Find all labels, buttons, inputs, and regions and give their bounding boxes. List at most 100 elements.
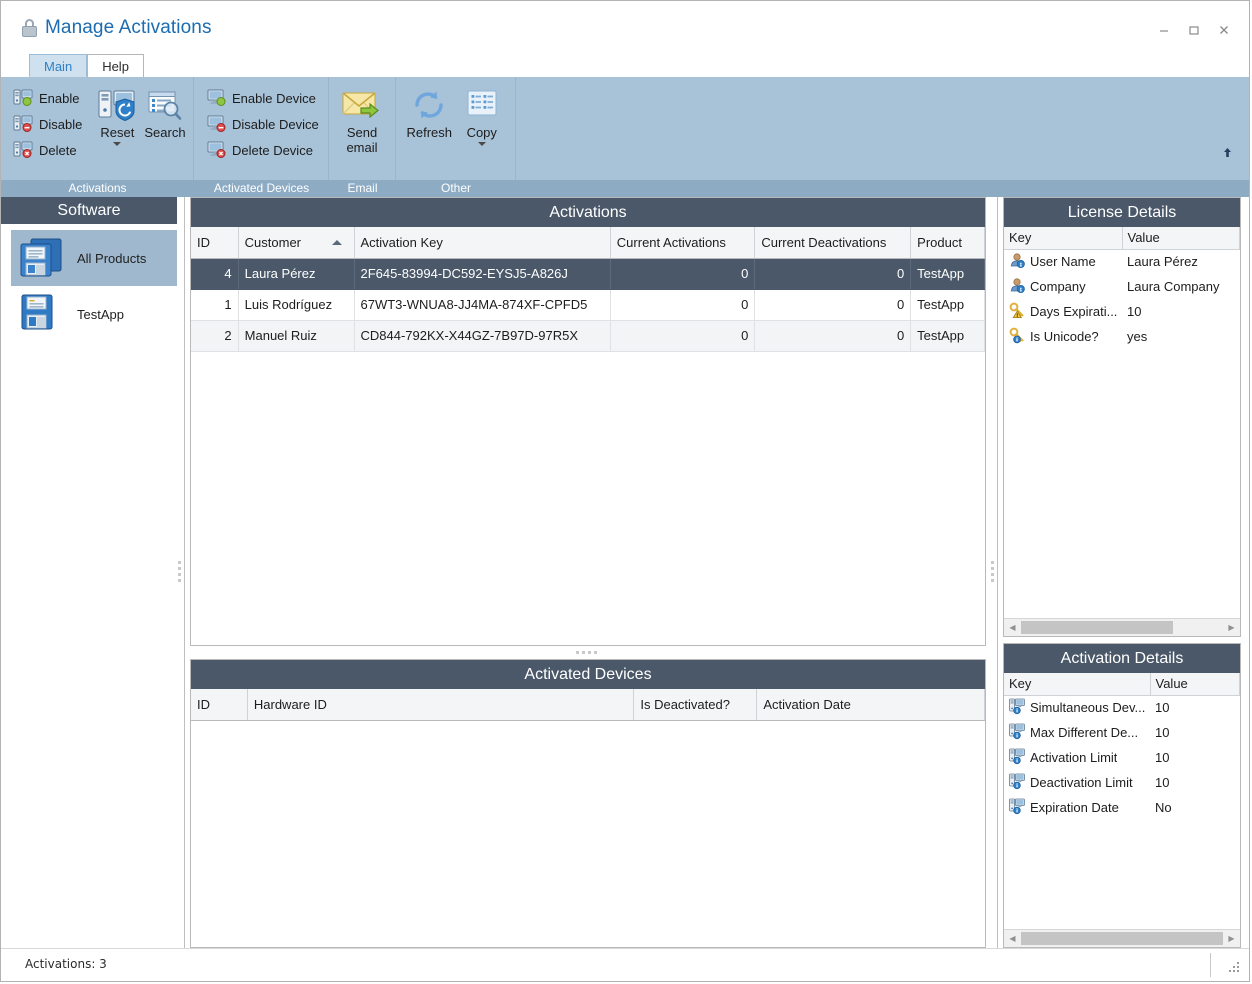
activation-column-value[interactable]: Value [1150, 673, 1240, 696]
license-key-cell: Is Unicode? [1004, 324, 1122, 349]
column-header-hardware-id[interactable]: Hardware ID [247, 689, 635, 721]
activation-details-hscrollbar[interactable]: ◀ ▶ [1004, 929, 1240, 947]
activation-key-cell: Max Different De... [1004, 720, 1150, 745]
activation-key-label: Expiration Date [1030, 800, 1119, 815]
scroll-left-icon[interactable]: ◀ [1004, 931, 1021, 946]
search-button[interactable]: Search [144, 83, 186, 140]
status-separator [1210, 953, 1211, 977]
copy-icon [465, 85, 499, 125]
column-header-activation-key[interactable]: Activation Key [354, 227, 611, 259]
ribbon-group-activated-devices: Enable Device Disable Device Delete Devi… [194, 77, 329, 180]
delete-activation-icon [13, 140, 33, 161]
list-item[interactable]: Is Unicode? yes [1004, 324, 1240, 349]
reset-menu-caret-icon[interactable] [113, 142, 122, 146]
copy-button[interactable]: Copy [459, 83, 506, 146]
list-item[interactable]: Company Laura Company [1004, 274, 1240, 299]
scroll-track[interactable] [1021, 931, 1223, 946]
column-header-customer[interactable]: Customer [238, 227, 355, 259]
list-item[interactable]: Max Different De... 10 [1004, 720, 1240, 745]
scroll-thumb[interactable] [1021, 621, 1173, 634]
tab-main[interactable]: Main [29, 54, 88, 77]
ribbon-group-activations: Enable Disable Delete Reset Search [1, 77, 194, 180]
activations-grid-header-row: ID Customer Activation Key Current Activ… [191, 227, 985, 259]
list-item[interactable]: Deactivation Limit 10 [1004, 770, 1240, 795]
delete-device-button[interactable]: Delete Device [204, 137, 325, 163]
enable-activation-icon [13, 88, 33, 109]
refresh-icon [410, 85, 448, 125]
column-header-current-deactivations[interactable]: Current Deactivations [754, 227, 912, 259]
tab-help[interactable]: Help [87, 54, 144, 77]
sidebar-item-all-products[interactable]: All Products [11, 230, 177, 286]
center-horizontal-splitter[interactable] [190, 646, 986, 659]
scroll-right-icon[interactable]: ▶ [1223, 931, 1240, 946]
column-header-activation-date[interactable]: Activation Date [756, 689, 985, 721]
enable-device-button[interactable]: Enable Device [204, 85, 325, 111]
column-header-is-deactivated[interactable]: Is Deactivated? [633, 689, 758, 721]
minimize-button[interactable] [1149, 19, 1179, 41]
ribbon-group-email: Send email [329, 77, 396, 180]
scroll-track[interactable] [1021, 620, 1223, 635]
lock-icon [21, 19, 38, 37]
activations-grid-title: Activations [191, 198, 985, 227]
left-splitter[interactable] [177, 197, 186, 948]
list-item[interactable]: Expiration Date No [1004, 795, 1240, 820]
activation-column-key[interactable]: Key [1004, 673, 1151, 696]
enable-button[interactable]: Enable [11, 85, 88, 111]
send-email-button[interactable]: Send email [339, 83, 385, 155]
disable-device-button[interactable]: Disable Device [204, 111, 325, 137]
right-splitter[interactable] [990, 197, 999, 948]
table-row[interactable]: 4 Laura Pérez 2F645-83994-DC592-EYSJ5-A8… [191, 258, 985, 290]
device-info-icon [1009, 773, 1025, 792]
cell-current-activations: 0 [610, 320, 756, 352]
license-key-label: Company [1030, 279, 1086, 294]
scroll-thumb[interactable] [1021, 932, 1223, 945]
list-item[interactable]: Simultaneous Dev... 10 [1004, 695, 1240, 720]
collapse-ribbon-icon[interactable] [1219, 144, 1235, 160]
floppy-disk-all-products-icon [19, 236, 67, 281]
cell-current-activations: 0 [610, 258, 756, 290]
column-header-product[interactable]: Product [910, 227, 985, 259]
column-header-current-activations[interactable]: Current Activations [610, 227, 756, 259]
maximize-button[interactable] [1179, 19, 1209, 41]
sidebar-item-testapp[interactable]: TestApp [11, 286, 177, 342]
list-item[interactable]: User Name Laura Pérez [1004, 249, 1240, 274]
close-button[interactable] [1209, 19, 1239, 41]
reset-button[interactable]: Reset [98, 83, 136, 146]
tab-help-label: Help [102, 59, 129, 74]
devices-grid-header-row: ID Hardware ID Is Deactivated? Activatio… [191, 689, 985, 721]
license-details-header-row: Key Value [1004, 227, 1240, 250]
cell-id: 2 [191, 320, 239, 352]
column-header-id[interactable]: ID [191, 227, 239, 259]
list-item[interactable]: Days Expirati... 10 [1004, 299, 1240, 324]
license-column-value[interactable]: Value [1122, 227, 1240, 250]
license-column-key[interactable]: Key [1004, 227, 1123, 250]
search-button-label: Search [144, 125, 186, 140]
resize-grip-icon[interactable] [1227, 962, 1241, 976]
license-details-hscrollbar[interactable]: ◀ ▶ [1004, 618, 1240, 636]
user-info-icon [1009, 277, 1025, 296]
group-label-activated-devices: Activated Devices [213, 181, 310, 195]
list-item[interactable]: Activation Limit 10 [1004, 745, 1240, 770]
enable-device-icon [206, 88, 226, 109]
column-header-device-id[interactable]: ID [191, 689, 248, 721]
refresh-button[interactable]: Refresh [406, 83, 453, 140]
delete-button[interactable]: Delete [11, 137, 88, 163]
scroll-right-icon[interactable]: ▶ [1223, 620, 1240, 635]
sort-ascending-icon [331, 240, 342, 245]
cell-customer: Luis Rodríguez [238, 289, 355, 321]
copy-menu-caret-icon[interactable] [477, 142, 486, 146]
table-row[interactable]: 2 Manuel Ruiz CD844-792KX-X44GZ-7B97D-97… [191, 320, 985, 352]
table-row[interactable]: 1 Luis Rodríguez 67WT3-WNUA8-JJ4MA-874XF… [191, 289, 985, 321]
activation-value-cell: 10 [1155, 750, 1170, 765]
sidebar-item-all-products-label: All Products [77, 250, 147, 266]
device-small-buttons: Enable Device Disable Device Delete Devi… [204, 83, 325, 163]
scroll-left-icon[interactable]: ◀ [1004, 620, 1021, 635]
disable-button[interactable]: Disable [11, 111, 88, 137]
delete-device-label: Delete Device [232, 142, 313, 158]
license-key-label: Is Unicode? [1030, 329, 1099, 344]
activation-key-cell: Expiration Date [1004, 795, 1150, 820]
activation-details-grid: Key Value Simultaneous Dev... 10 Max Dif… [1004, 673, 1240, 820]
license-value-cell: Laura Pérez [1127, 254, 1198, 270]
cell-product: TestApp [910, 258, 985, 290]
floppy-disk-testapp-icon [19, 292, 67, 337]
